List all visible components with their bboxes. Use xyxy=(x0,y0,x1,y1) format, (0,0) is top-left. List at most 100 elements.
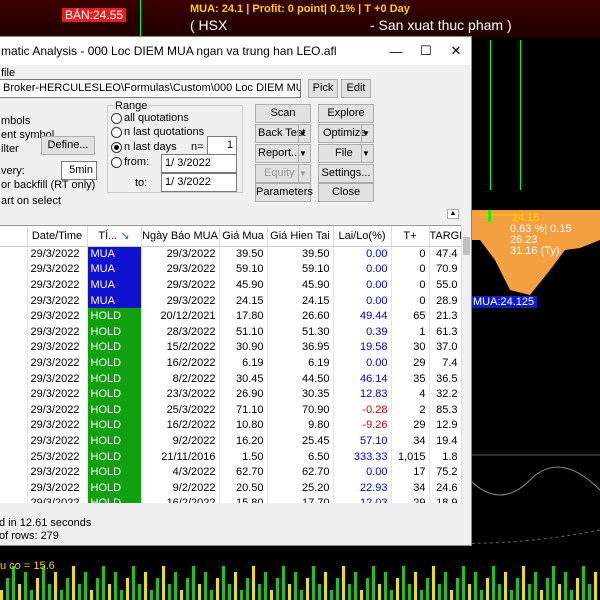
report-button[interactable]: Report... ▼ xyxy=(255,144,311,163)
table-row[interactable]: 25/3/2022 HOLD 21/11/2016 1.50 6.50 333.33 1,0… xyxy=(0,448,461,465)
edit-button[interactable]: Edit xyxy=(341,79,371,98)
to-date-input[interactable]: 1/ 3/2022 xyxy=(161,173,237,192)
volume-bar xyxy=(48,584,51,600)
grid-vertical-scrollbar[interactable] xyxy=(461,225,471,503)
file-button[interactable]: File ▼ xyxy=(318,144,374,163)
column-header[interactable]: TARGE xyxy=(429,226,461,247)
start-on-select-option[interactable]: art on select xyxy=(1,195,61,207)
close-button[interactable]: Close xyxy=(318,183,374,202)
table-row[interactable]: 29/3/2022 HOLD 9/2/2022 16.20 25.45 57.10 34 19… xyxy=(0,433,461,449)
volume-bar xyxy=(126,578,129,600)
table-cell: 29/3/2022 xyxy=(27,261,88,278)
volume-bar xyxy=(132,566,135,600)
scan-button[interactable]: Scan xyxy=(255,104,311,123)
table-row[interactable]: 29/3/2022 HOLD 8/2/2022 30.45 44.50 46.14 35 36… xyxy=(0,370,461,387)
n-value-input[interactable]: 1 xyxy=(207,136,237,155)
table-row[interactable]: 29/3/2022HOLD16/2/202215.8017.7012.03291… xyxy=(0,495,461,503)
close-icon[interactable]: ✕ xyxy=(441,43,471,59)
volume-bar xyxy=(432,566,435,600)
table-cell: 71.10 xyxy=(219,401,268,418)
dropdown-arrow-icon[interactable]: ▼ xyxy=(361,145,373,162)
volume-bar xyxy=(96,578,99,600)
table-cell: 55.0 xyxy=(429,277,461,293)
to-label: to: xyxy=(135,177,148,189)
column-header[interactable]: Ngày Báo MUA xyxy=(141,226,220,247)
table-cell: 57.10 xyxy=(333,433,392,449)
volume-bar xyxy=(180,590,183,600)
table-row[interactable]: 29/3/2022 MUA 29/3/2022 45.90 45.90 0.00 0 55.0 xyxy=(0,277,461,293)
volume-bar xyxy=(552,566,555,600)
every-interval-input[interactable]: 5min xyxy=(61,161,97,180)
table-cell: 75.2 xyxy=(429,464,461,480)
table-row[interactable]: 29/3/2022 MUA 29/3/2022 59.10 59.10 0.00 0 70.9 xyxy=(0,261,461,278)
optimize-button[interactable]: Optimize ▼ xyxy=(318,124,374,143)
table-cell: 23/3/2022 xyxy=(141,386,220,402)
column-header[interactable]: Giá Mua xyxy=(219,226,268,247)
table-row[interactable]: 29/3/2022 HOLD 16/2/2022 6.19 6.19 0.00 29 7.4 xyxy=(0,355,461,371)
volume-bar xyxy=(444,572,447,600)
collapse-arrow-icon[interactable]: ▲ xyxy=(447,209,459,219)
volume-bar xyxy=(258,584,261,600)
table-row[interactable]: 29/3/2022 HOLD 25/3/2022 71.10 70.90 -0.28 2 85… xyxy=(0,401,461,418)
explore-button[interactable]: Explore xyxy=(318,104,374,123)
table-cell: 333.33 xyxy=(333,448,392,465)
backfill-option[interactable]: or backfill (RT only) xyxy=(1,179,95,191)
table-cell: 49.44 xyxy=(333,308,392,324)
table-cell: 19.58 xyxy=(333,339,392,356)
range-all-radio[interactable] xyxy=(111,113,122,124)
from-date-input[interactable]: 1/ 3/2022 xyxy=(161,154,237,173)
column-header[interactable] xyxy=(0,226,28,247)
dropdown-arrow-icon[interactable]: ▼ xyxy=(298,165,310,182)
table-cell xyxy=(0,277,28,293)
formula-path-input[interactable]: Broker-HERCULESLEO\Formulas\Custom\000 L… xyxy=(0,79,301,98)
range-last-days-radio[interactable] xyxy=(111,142,122,153)
table-row[interactable]: 29/3/2022 HOLD 20/12/2021 17.80 26.60 49.44 65… xyxy=(0,308,461,324)
dropdown-arrow-icon[interactable]: ▼ xyxy=(361,125,373,142)
column-header[interactable]: TÍ... ↘ xyxy=(87,226,142,247)
column-header[interactable]: Date/Time xyxy=(27,226,88,247)
table-cell: 36.5 xyxy=(429,370,461,387)
volume-bar xyxy=(588,584,591,600)
column-header[interactable]: Lai/Lo(%) xyxy=(333,226,392,247)
table-row[interactable]: 29/3/2022 HOLD 15/2/2022 30.90 36.95 19.58 30 3… xyxy=(0,339,461,356)
scrollbar-thumb[interactable] xyxy=(463,237,470,255)
table-cell: 17.70 xyxy=(267,495,334,503)
range-from-radio[interactable] xyxy=(111,157,122,168)
table-row[interactable]: 29/3/2022 HOLD 9/2/2022 20.50 25.20 22.93 34 24… xyxy=(0,479,461,496)
table-row[interactable]: 29/3/2022 HOLD 4/3/2022 62.70 62.70 0.00 17 75.… xyxy=(0,464,461,480)
symbols-label: mbols xyxy=(1,115,31,127)
table-cell: 28/3/2022 xyxy=(141,323,220,340)
backtest-button[interactable]: Back Test ▼ xyxy=(255,124,311,143)
results-grid[interactable]: Date/Time TÍ... ↘ Ngày Báo MUA Giá Mua G… xyxy=(0,225,461,503)
equity-button[interactable]: Equity ▼ xyxy=(255,164,311,183)
volume-bar xyxy=(84,572,87,600)
table-cell: 29/3/2022 xyxy=(27,323,88,340)
table-row[interactable]: 29/3/2022 MUA 29/3/2022 39.50 39.50 0.00 0 47.4 xyxy=(0,246,461,262)
range-last-quotations-radio[interactable] xyxy=(111,127,122,138)
parameters-button[interactable]: Parameters xyxy=(255,183,313,202)
grid-horizontal-scrollbar[interactable] xyxy=(0,503,461,513)
table-cell: 21/11/2016 xyxy=(141,448,220,465)
filter-option[interactable]: ilter xyxy=(1,143,19,155)
volume-bar xyxy=(528,584,531,600)
pick-button[interactable]: Pick xyxy=(308,79,338,98)
column-header[interactable]: T+ xyxy=(391,226,430,247)
table-row[interactable]: 29/3/2022 HOLD 23/3/2022 26.90 30.35 12.83 4 32… xyxy=(0,386,461,402)
table-row[interactable]: 29/3/2022 HOLD 16/2/2022 10.80 9.80 -9.26 29 12… xyxy=(0,417,461,434)
dropdown-arrow-icon[interactable]: ▼ xyxy=(298,145,310,162)
dropdown-arrow-icon[interactable]: ▼ xyxy=(298,125,310,142)
settings-button[interactable]: Settings... xyxy=(318,164,374,183)
maximize-icon[interactable]: ☐ xyxy=(411,43,441,59)
table-cell: 65 xyxy=(391,308,430,324)
table-cell: 51.10 xyxy=(219,323,268,340)
table-row[interactable]: 29/3/2022 MUA 29/3/2022 24.15 24.15 0.00 0 28.9 xyxy=(0,292,461,309)
table-cell: 7.4 xyxy=(429,355,461,371)
volume-bar xyxy=(510,590,513,600)
table-cell xyxy=(0,308,28,324)
table-cell: MUA xyxy=(87,277,142,293)
define-button[interactable]: Define... xyxy=(41,136,95,155)
volume-bar xyxy=(270,590,273,600)
table-row[interactable]: 29/3/2022 HOLD 28/3/2022 51.10 51.30 0.39 1 61.… xyxy=(0,323,461,340)
minimize-icon[interactable]: — xyxy=(381,44,411,59)
column-header[interactable]: Giá Hien Tai xyxy=(267,226,334,247)
